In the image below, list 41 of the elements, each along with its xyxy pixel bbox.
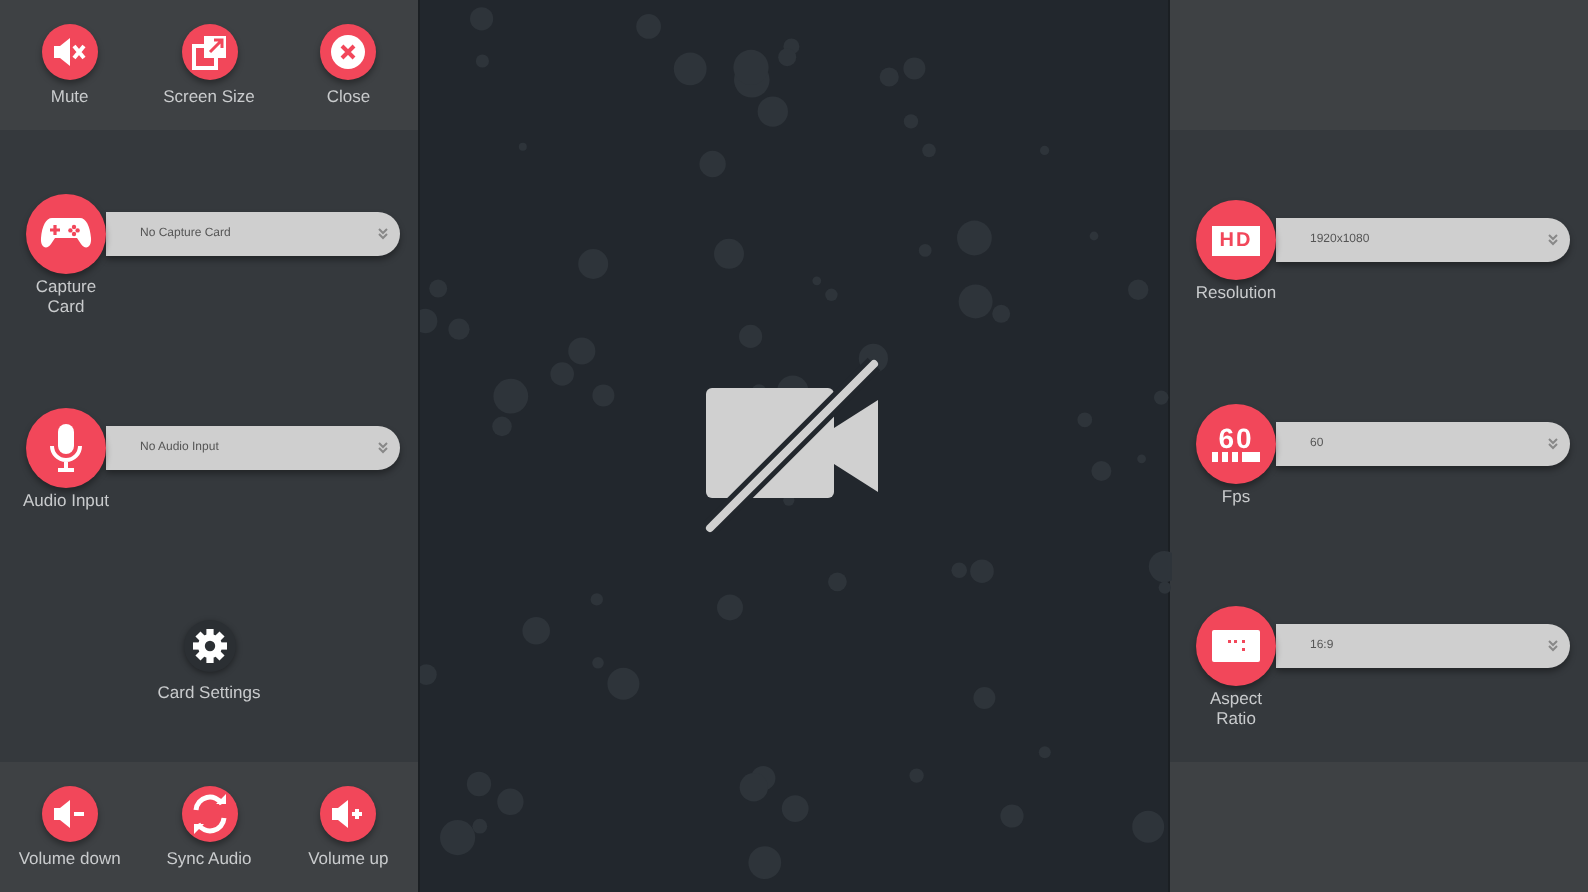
aspect-ratio-icon bbox=[1212, 628, 1260, 664]
close-icon bbox=[330, 34, 367, 70]
gamepad-button[interactable] bbox=[26, 194, 106, 274]
close-button[interactable] bbox=[320, 24, 377, 80]
camera-off-icon bbox=[702, 356, 886, 536]
gamepad-icon bbox=[40, 216, 92, 252]
settings-icon bbox=[191, 628, 227, 664]
double-chevron-icon bbox=[378, 442, 388, 454]
selector-label: Audio Input bbox=[20, 492, 111, 511]
hd-button[interactable]: HD bbox=[1196, 200, 1276, 280]
card-settings-label: Card Settings bbox=[157, 682, 261, 702]
button-label: Volume up bbox=[308, 848, 389, 868]
mute-button[interactable] bbox=[41, 24, 98, 80]
volume-up-button[interactable] bbox=[320, 786, 377, 842]
button-label: Close bbox=[326, 86, 371, 106]
selector-label: Aspect Ratio bbox=[1208, 690, 1264, 728]
resize-icon bbox=[191, 34, 227, 70]
double-chevron-icon bbox=[378, 228, 388, 240]
double-chevron-icon bbox=[1548, 437, 1558, 449]
selector-label: Capture Card bbox=[33, 278, 99, 316]
double-chevron-icon bbox=[1548, 640, 1558, 652]
settings-button[interactable] bbox=[183, 620, 235, 672]
speaker-plus-icon bbox=[330, 798, 367, 830]
hd-badge: HD bbox=[1211, 225, 1261, 255]
button-label: Volume down bbox=[18, 848, 121, 868]
button-label: Sync Audio bbox=[166, 848, 252, 868]
muted-speaker-icon bbox=[51, 36, 88, 68]
microphone-button[interactable] bbox=[26, 408, 106, 488]
screen-size-button[interactable] bbox=[181, 24, 237, 80]
speaker-minus-icon bbox=[51, 798, 88, 830]
fps-badge: 60 bbox=[1212, 425, 1260, 461]
selector-label: Resolution bbox=[1193, 284, 1279, 303]
volume-down-button[interactable] bbox=[41, 786, 98, 842]
sync-button[interactable] bbox=[181, 786, 237, 842]
aspect-button[interactable] bbox=[1196, 606, 1276, 686]
button-label: Screen Size bbox=[163, 86, 255, 106]
fps-button[interactable]: 60 bbox=[1196, 403, 1276, 483]
button-label: Mute bbox=[50, 86, 89, 106]
double-chevron-icon bbox=[1548, 234, 1558, 246]
selector-label: Fps bbox=[1219, 487, 1253, 506]
microphone-icon bbox=[48, 422, 84, 474]
